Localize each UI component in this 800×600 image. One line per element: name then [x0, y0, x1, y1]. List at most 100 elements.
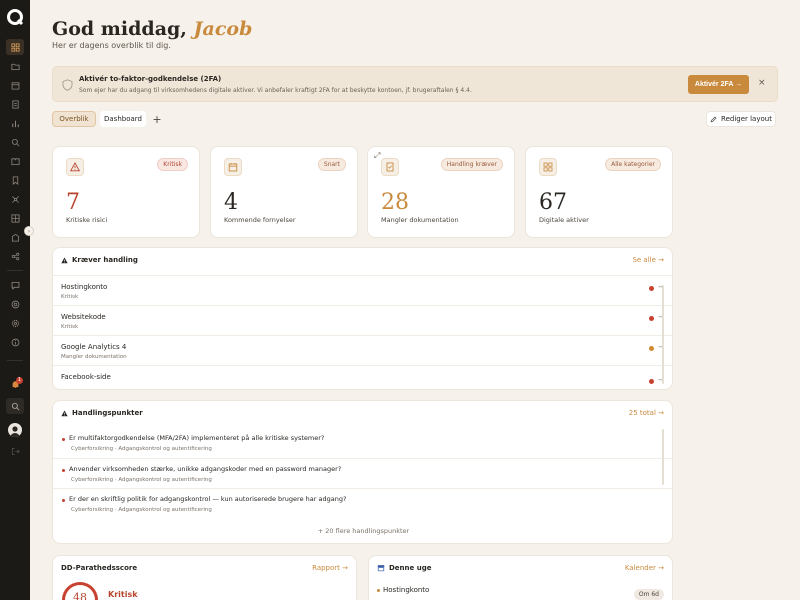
app-logo[interactable]	[6, 8, 24, 26]
list-item[interactable]: Facebook-side →	[53, 365, 672, 389]
expand-icon[interactable]: ⤢	[374, 151, 380, 161]
kpi-icon	[539, 158, 557, 176]
logout-button[interactable]	[6, 443, 24, 459]
action-point-question: Er der en skriftlig politik for adgangsk…	[69, 495, 347, 503]
edit-layout-button[interactable]: Rediger layout	[706, 111, 776, 127]
score-status: Kritisk	[108, 590, 138, 599]
kpi-card-renewals[interactable]: Snart 4 Kommende fornyelser	[210, 146, 358, 238]
this-week-panel: Denne uge Kalender → Hostingkonto Om 6d	[368, 555, 673, 600]
add-tab-button[interactable]: +	[150, 111, 164, 127]
sidebar: 1	[0, 0, 30, 600]
more-action-points-link[interactable]: + 20 flere handlingspunkter	[53, 527, 672, 535]
panel-title: Handlingspunkter	[61, 409, 143, 417]
kpi-label: Kommende fornyelser	[224, 216, 296, 224]
sidebar-item-messages[interactable]	[6, 277, 24, 293]
gear-icon	[11, 319, 19, 327]
status-badge: Handling kræver	[440, 158, 503, 171]
main-content: God middag, Jacob Her er dagens overblik…	[30, 0, 800, 600]
shield-icon	[62, 79, 73, 91]
sidebar-item-bookmarks[interactable]	[6, 172, 24, 188]
sidebar-item-modules[interactable]	[6, 210, 24, 226]
action-point-item[interactable]: Anvender virksomheden stærke, unikke adg…	[53, 458, 672, 488]
calendar-link[interactable]: Kalender →	[625, 564, 664, 572]
2fa-banner: Aktivér to-faktor-godkendelse (2FA) Som …	[52, 66, 778, 102]
kpi-card-missing-documentation[interactable]: Handling kræver 28 Mangler dokumentation	[367, 146, 515, 238]
bookmark-icon	[12, 175, 18, 185]
warning-icon	[61, 410, 68, 416]
event-dot	[377, 589, 380, 592]
avatar[interactable]	[8, 423, 22, 437]
activate-2fa-button[interactable]: Aktivér 2FA →	[688, 75, 749, 94]
sidebar-item-settings[interactable]	[6, 315, 24, 331]
tab-dashboard[interactable]: Dashboard	[100, 111, 146, 127]
sidebar-item-search[interactable]	[6, 134, 24, 150]
pencil-icon	[710, 116, 717, 122]
sidebar-item-guide[interactable]	[6, 153, 24, 169]
action-point-category: Cyberforsikring · Adgangskontrol og aute…	[71, 507, 212, 513]
status-dot	[649, 316, 654, 321]
logout-icon	[11, 447, 20, 455]
book-icon	[10, 157, 20, 165]
scrollbar[interactable]	[662, 286, 664, 384]
list-item[interactable]: Google Analytics 4 Mangler dokumentation…	[53, 335, 672, 365]
list-item[interactable]: Hostingkonto Kritisk →	[53, 275, 672, 305]
page-subtitle: Her er dagens overblik til dig.	[52, 41, 171, 50]
close-icon[interactable]: ×	[758, 78, 766, 88]
action-point-question: Anvender virksomheden stærke, unikke adg…	[69, 465, 342, 473]
list-item-title: Google Analytics 4	[61, 343, 127, 351]
edit-layout-label: Rediger layout	[721, 115, 772, 123]
banner-text: Som ejer har du adgang til virksomhedens…	[79, 87, 472, 94]
user-avatar-icon	[10, 426, 20, 437]
event-title[interactable]: Hostingkonto	[383, 586, 429, 594]
grid-icon	[10, 42, 20, 52]
sidebar-collapse-toggle[interactable]: ›	[24, 226, 34, 236]
sidebar-search-button[interactable]	[6, 398, 24, 414]
tab-overview[interactable]: Overblik	[52, 111, 96, 127]
calendar-icon	[11, 81, 19, 90]
search-icon	[11, 402, 19, 410]
status-dot	[649, 379, 654, 384]
panel-title: Denne uge	[377, 564, 431, 572]
total-link[interactable]: 25 total →	[629, 409, 664, 417]
page-title: God middag, Jacob	[52, 18, 252, 40]
panel-title-text: Denne uge	[389, 564, 432, 572]
sidebar-item-documents[interactable]	[6, 96, 24, 112]
sidebar-divider	[7, 270, 23, 271]
action-point-category: Cyberforsikring · Adgangskontrol og aute…	[71, 477, 212, 483]
kpi-label: Kritiske risici	[66, 216, 108, 224]
list-item[interactable]: Websitekode Kritisk →	[53, 305, 672, 335]
sidebar-item-calendar[interactable]	[6, 77, 24, 93]
panel-title: Kræver handling	[61, 256, 138, 264]
status-badge: Alle kategorier	[605, 158, 661, 171]
sidebar-item-integrations[interactable]	[6, 248, 24, 264]
status-dot	[649, 286, 654, 291]
action-point-item[interactable]: Er der en skriftlig politik for adgangsk…	[53, 488, 672, 518]
list-item-status: Kritisk	[61, 324, 79, 330]
sidebar-item-folders[interactable]	[6, 58, 24, 74]
report-link[interactable]: Rapport →	[312, 564, 348, 572]
kpi-card-critical-risks[interactable]: Kritisk 7 Kritiske risici	[52, 146, 200, 238]
warning-icon	[61, 257, 68, 263]
action-point-item[interactable]: Er multifaktorgodkendelse (MFA/2FA) impl…	[53, 428, 672, 458]
list-item-title: Facebook-side	[61, 373, 111, 381]
kpi-value: 28	[381, 190, 409, 215]
list-item-title: Hostingkonto	[61, 283, 108, 291]
kpi-card-digital-assets[interactable]: Alle kategorier 67 Digitale aktiver	[525, 146, 673, 238]
kpi-value: 4	[224, 190, 238, 215]
kpi-value: 67	[539, 190, 567, 215]
sidebar-item-network[interactable]	[6, 191, 24, 207]
sidebar-item-overview[interactable]	[6, 39, 24, 55]
priority-dot	[62, 469, 65, 472]
status-badge: Snart	[317, 158, 346, 171]
score-ring: 48	[62, 582, 98, 600]
bar-chart-icon	[11, 120, 19, 127]
sidebar-item-info[interactable]	[6, 334, 24, 350]
sidebar-item-buildings[interactable]	[6, 229, 24, 245]
share-icon	[11, 252, 19, 260]
see-all-link[interactable]: Se alle →	[632, 256, 664, 264]
warning-icon	[70, 162, 80, 172]
kpi-label: Mangler dokumentation	[381, 216, 459, 224]
scrollbar[interactable]	[662, 429, 664, 485]
sidebar-item-support[interactable]	[6, 296, 24, 312]
sidebar-item-analytics[interactable]	[6, 115, 24, 131]
